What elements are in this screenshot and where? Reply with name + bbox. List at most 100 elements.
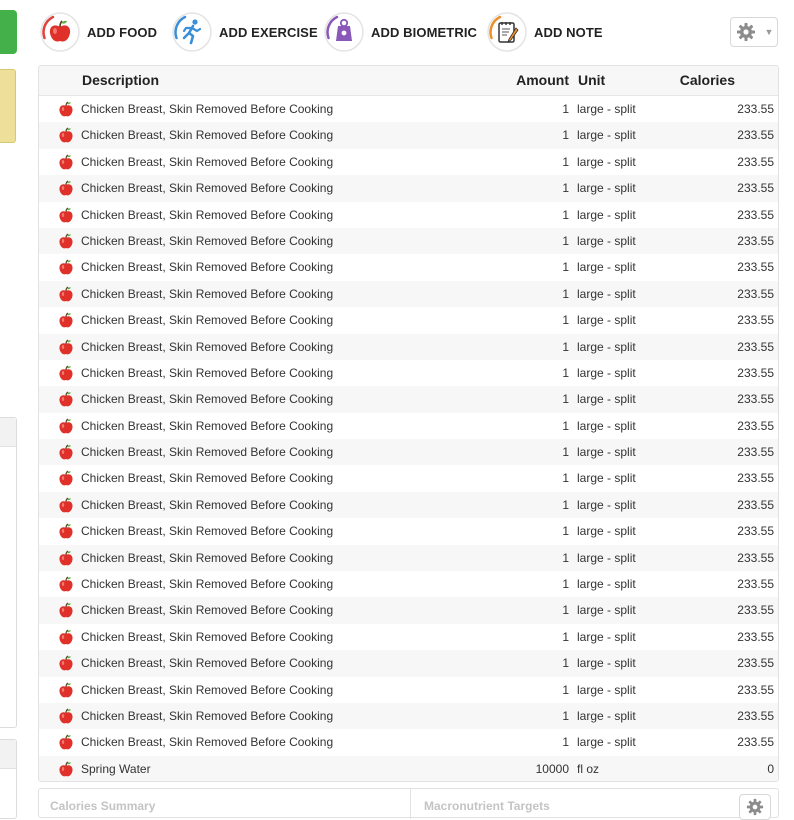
table-row[interactable]: Chicken Breast, Skin Removed Before Cook…	[39, 149, 778, 175]
table-header: Description Amount Unit Calories	[39, 66, 778, 96]
row-unit: large - split	[577, 233, 636, 248]
row-amount: 1	[562, 260, 569, 275]
macronutrient-targets-title: Macronutrient Targets	[424, 799, 550, 813]
table-row[interactable]: Chicken Breast, Skin Removed Before Cook…	[39, 571, 778, 597]
row-calories: 233.55	[737, 154, 774, 169]
row-description: Chicken Breast, Skin Removed Before Cook…	[81, 339, 334, 354]
table-row[interactable]: Chicken Breast, Skin Removed Before Cook…	[39, 307, 778, 333]
row-calories: 233.55	[737, 313, 774, 328]
row-unit: large - split	[577, 392, 636, 407]
row-calories: 233.55	[737, 445, 774, 460]
column-header-amount[interactable]: Amount	[439, 72, 569, 88]
table-row[interactable]: Chicken Breast, Skin Removed Before Cook…	[39, 465, 778, 491]
row-unit: fl oz	[577, 761, 600, 776]
row-amount: 1	[562, 577, 569, 592]
table-row[interactable]: Chicken Breast, Skin Removed Before Cook…	[39, 491, 778, 519]
row-description: Chicken Breast, Skin Removed Before Cook…	[81, 708, 334, 723]
row-description: Chicken Breast, Skin Removed Before Cook…	[81, 682, 334, 697]
column-header-unit[interactable]: Unit	[578, 72, 605, 88]
add-food-label: ADD FOOD	[87, 24, 158, 40]
table-row[interactable]: Chicken Breast, Skin Removed Before Cook…	[39, 333, 778, 360]
apple-icon	[58, 761, 74, 778]
apple-icon	[58, 338, 74, 356]
table-row[interactable]: Chicken Breast, Skin Removed Before Cook…	[39, 702, 778, 730]
table-row[interactable]: Chicken Breast, Skin Removed Before Cook…	[39, 96, 778, 122]
settings-dropdown-button[interactable]: ▼	[730, 17, 778, 47]
table-row[interactable]: Chicken Breast, Skin Removed Before Cook…	[39, 597, 778, 624]
table-row[interactable]: Chicken Breast, Skin Removed Before Cook…	[39, 254, 778, 280]
add-note-button[interactable]: ADD NOTE	[487, 10, 603, 54]
table-row[interactable]: Chicken Breast, Skin Removed Before Cook…	[39, 650, 778, 677]
apple-icon	[58, 550, 74, 567]
row-amount: 1	[562, 682, 569, 697]
row-unit: large - split	[577, 128, 636, 143]
row-amount: 1	[562, 603, 569, 618]
row-description: Chicken Breast, Skin Removed Before Cook…	[81, 418, 334, 433]
column-header-calories[interactable]: Calories	[639, 72, 735, 88]
left-sidebar-panel-lower	[0, 739, 17, 819]
row-amount: 1	[562, 524, 569, 539]
row-calories: 233.55	[737, 471, 774, 486]
table-row[interactable]: Spring Water 10000 fl oz 0	[39, 755, 778, 781]
row-unit: large - split	[577, 365, 636, 380]
table-row[interactable]: Chicken Breast, Skin Removed Before Cook…	[39, 227, 778, 255]
row-unit: large - split	[577, 708, 636, 723]
add-toolbar: ADD FOOD ADD EXERCISE ADD BIOMETRIC ADD …	[38, 10, 788, 54]
table-body: Chicken Breast, Skin Removed Before Cook…	[39, 96, 778, 781]
left-action-button-edge[interactable]	[0, 10, 17, 54]
row-unit: large - split	[577, 260, 636, 275]
row-amount: 1	[562, 339, 569, 354]
table-row[interactable]: Chicken Breast, Skin Removed Before Cook…	[39, 202, 778, 228]
table-row[interactable]: Chicken Breast, Skin Removed Before Cook…	[39, 729, 778, 755]
row-calories: 233.55	[737, 524, 774, 539]
row-calories: 233.55	[737, 577, 774, 592]
row-calories: 233.55	[737, 656, 774, 671]
row-amount: 1	[562, 233, 569, 248]
row-amount: 1	[562, 181, 569, 196]
table-row[interactable]: Chicken Breast, Skin Removed Before Cook…	[39, 386, 778, 413]
apple-icon	[58, 312, 74, 329]
table-row[interactable]: Chicken Breast, Skin Removed Before Cook…	[39, 360, 778, 386]
targets-settings-button[interactable]	[739, 794, 771, 820]
row-calories: 233.55	[737, 603, 774, 618]
row-unit: large - split	[577, 577, 636, 592]
row-amount: 1	[562, 497, 569, 512]
row-calories: 233.55	[737, 207, 774, 222]
table-row[interactable]: Chicken Breast, Skin Removed Before Cook…	[39, 122, 778, 149]
table-row[interactable]: Chicken Breast, Skin Removed Before Cook…	[39, 413, 778, 439]
row-calories: 233.55	[737, 735, 774, 750]
apple-icon	[58, 418, 74, 435]
apple-icon	[58, 734, 74, 751]
row-calories: 233.55	[737, 181, 774, 196]
table-row[interactable]: Chicken Breast, Skin Removed Before Cook…	[39, 544, 778, 572]
table-row[interactable]: Chicken Breast, Skin Removed Before Cook…	[39, 677, 778, 703]
calories-summary-title: Calories Summary	[50, 799, 156, 813]
row-unit: large - split	[577, 524, 636, 539]
row-description: Chicken Breast, Skin Removed Before Cook…	[81, 207, 334, 222]
table-row[interactable]: Chicken Breast, Skin Removed Before Cook…	[39, 175, 778, 202]
apple-icon	[58, 444, 74, 461]
table-row[interactable]: Chicken Breast, Skin Removed Before Cook…	[39, 624, 778, 650]
row-unit: large - split	[577, 313, 636, 328]
row-calories: 233.55	[737, 418, 774, 433]
add-exercise-button[interactable]: ADD EXERCISE	[172, 10, 318, 54]
row-amount: 1	[562, 207, 569, 222]
table-row[interactable]: Chicken Breast, Skin Removed Before Cook…	[39, 439, 778, 466]
column-header-description[interactable]: Description	[82, 72, 159, 88]
row-amount: 1	[562, 418, 569, 433]
table-row[interactable]: Chicken Breast, Skin Removed Before Cook…	[39, 280, 778, 308]
row-unit: large - split	[577, 181, 636, 196]
row-calories: 233.55	[737, 497, 774, 512]
row-description: Chicken Breast, Skin Removed Before Cook…	[81, 181, 334, 196]
row-calories: 233.55	[737, 392, 774, 407]
add-food-button[interactable]: ADD FOOD	[40, 10, 157, 54]
row-calories: 233.55	[737, 339, 774, 354]
row-amount: 1	[562, 313, 569, 328]
gear-icon	[746, 798, 764, 816]
row-description: Chicken Breast, Skin Removed Before Cook…	[81, 365, 334, 380]
row-description: Chicken Breast, Skin Removed Before Cook…	[81, 128, 334, 143]
add-biometric-button[interactable]: ADD BIOMETRIC	[324, 10, 477, 54]
table-row[interactable]: Chicken Breast, Skin Removed Before Cook…	[39, 518, 778, 544]
apple-icon	[58, 154, 74, 171]
row-amount: 1	[562, 102, 569, 116]
